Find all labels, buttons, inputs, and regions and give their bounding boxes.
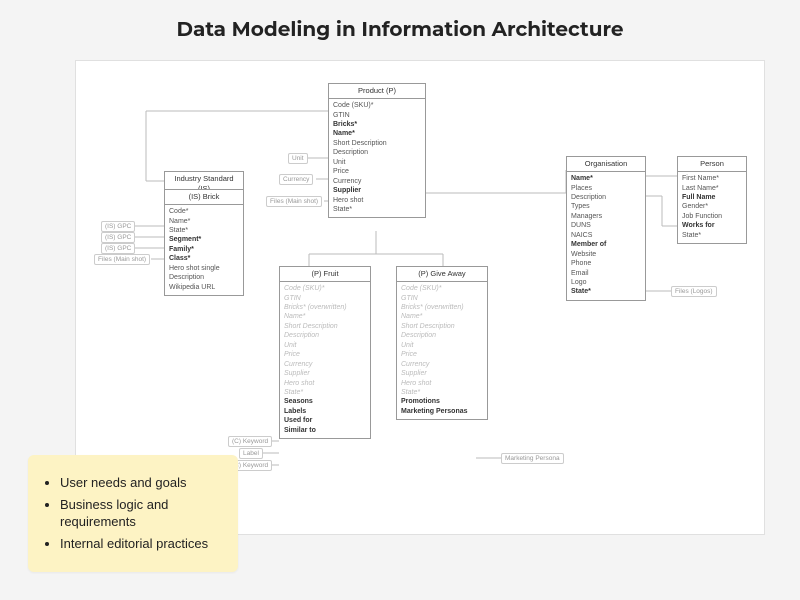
tag-unit: Unit [288, 153, 308, 164]
tag-marketing-persona: Marketing Persona [501, 453, 564, 464]
entity-organisation: Organisation Name* Places Description Ty… [566, 156, 646, 301]
entity-header: (P) Give Away [397, 267, 487, 282]
entity-attrs: Name* Places Description Types Managers … [567, 172, 645, 300]
entity-attrs: First Name* Last Name* Full Name Gender*… [678, 172, 746, 243]
entity-attrs: Code (SKU)* GTIN Bricks* (overwritten) N… [280, 282, 370, 438]
entity-header: Person [678, 157, 746, 172]
entity-attrs: Code (SKU)* GTIN Bricks* (overwritten) N… [397, 282, 487, 419]
entity-header: (IS) Brick [165, 190, 243, 205]
tag-is-gpc: (IS) GPC [101, 243, 135, 254]
entity-attrs: Code* Name* State* Segment* Family* Clas… [165, 205, 243, 295]
tag-files-logos: Files (Logos) [671, 286, 717, 297]
entity-is-brick: (IS) Brick Code* Name* State* Segment* F… [164, 189, 244, 296]
entity-p-giveaway: (P) Give Away Code (SKU)* GTIN Bricks* (… [396, 266, 488, 420]
entity-attrs: Code (SKU)* GTIN Bricks* Name* Short Des… [329, 99, 425, 217]
tag-is-gpc: (IS) GPC [101, 232, 135, 243]
entity-product: Product (P) Code (SKU)* GTIN Bricks* Nam… [328, 83, 426, 218]
entity-person: Person First Name* Last Name* Full Name … [677, 156, 747, 244]
note-item: Business logic and requirements [60, 497, 222, 530]
tag-files-main-shot: Files (Main shot) [94, 254, 150, 265]
note-item: User needs and goals [60, 475, 222, 491]
note-item: Internal editorial practices [60, 536, 222, 552]
page-title: Data Modeling in Information Architectur… [0, 0, 800, 54]
tag-is-gpc: (IS) GPC [101, 221, 135, 232]
tag-currency: Currency [279, 174, 313, 185]
entity-p-fruit: (P) Fruit Code (SKU)* GTIN Bricks* (over… [279, 266, 371, 439]
note-list: User needs and goals Business logic and … [50, 475, 222, 552]
entity-header: (P) Fruit [280, 267, 370, 282]
sticky-note: User needs and goals Business logic and … [28, 455, 238, 572]
tag-files-main-shot: Files (Main shot) [266, 196, 322, 207]
entity-header: Product (P) [329, 84, 425, 99]
tag-label: Label [239, 448, 263, 459]
tag-c-keyword: (C) Keyword [228, 436, 272, 447]
entity-header: Organisation [567, 157, 645, 172]
